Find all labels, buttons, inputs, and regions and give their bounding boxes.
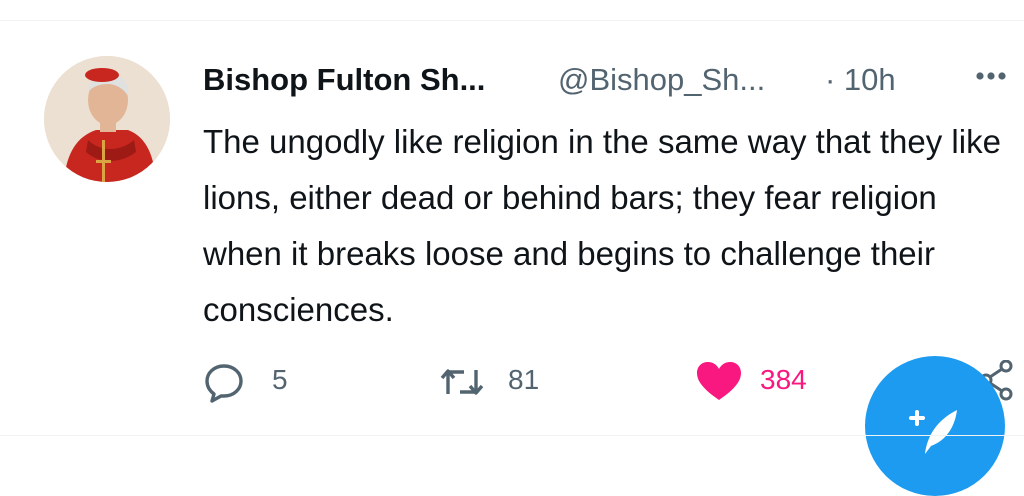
avatar[interactable] xyxy=(44,56,170,182)
reply-bubble-icon xyxy=(205,364,243,403)
compose-feather-icon xyxy=(909,410,957,454)
like-button[interactable]: 384 xyxy=(695,356,835,402)
more-horizontal-icon xyxy=(976,72,1006,80)
tweet-header: Bishop Fulton Sh... @Bishop_Sh... · 10h xyxy=(203,58,1006,102)
retweet-button[interactable]: 81 xyxy=(438,356,558,402)
more-options-button[interactable] xyxy=(971,54,1011,94)
heart-icon xyxy=(697,362,741,400)
bishop-portrait-icon xyxy=(44,56,170,182)
tweet-timestamp[interactable]: · 10h xyxy=(825,62,896,98)
compose-tweet-button[interactable] xyxy=(865,356,1005,496)
top-divider xyxy=(0,20,1024,21)
author-handle[interactable]: @Bishop_Sh... xyxy=(558,62,765,98)
tweet-text: The ungodly like religion in the same wa… xyxy=(203,123,1001,328)
author-name[interactable]: Bishop Fulton Sh... xyxy=(203,62,485,98)
reply-button[interactable]: 5 xyxy=(202,356,292,403)
like-count: 384 xyxy=(760,364,807,395)
retweet-count: 81 xyxy=(508,364,540,395)
retweet-icon xyxy=(440,369,484,395)
reply-count: 5 xyxy=(272,364,288,395)
bottom-divider xyxy=(0,435,1024,436)
